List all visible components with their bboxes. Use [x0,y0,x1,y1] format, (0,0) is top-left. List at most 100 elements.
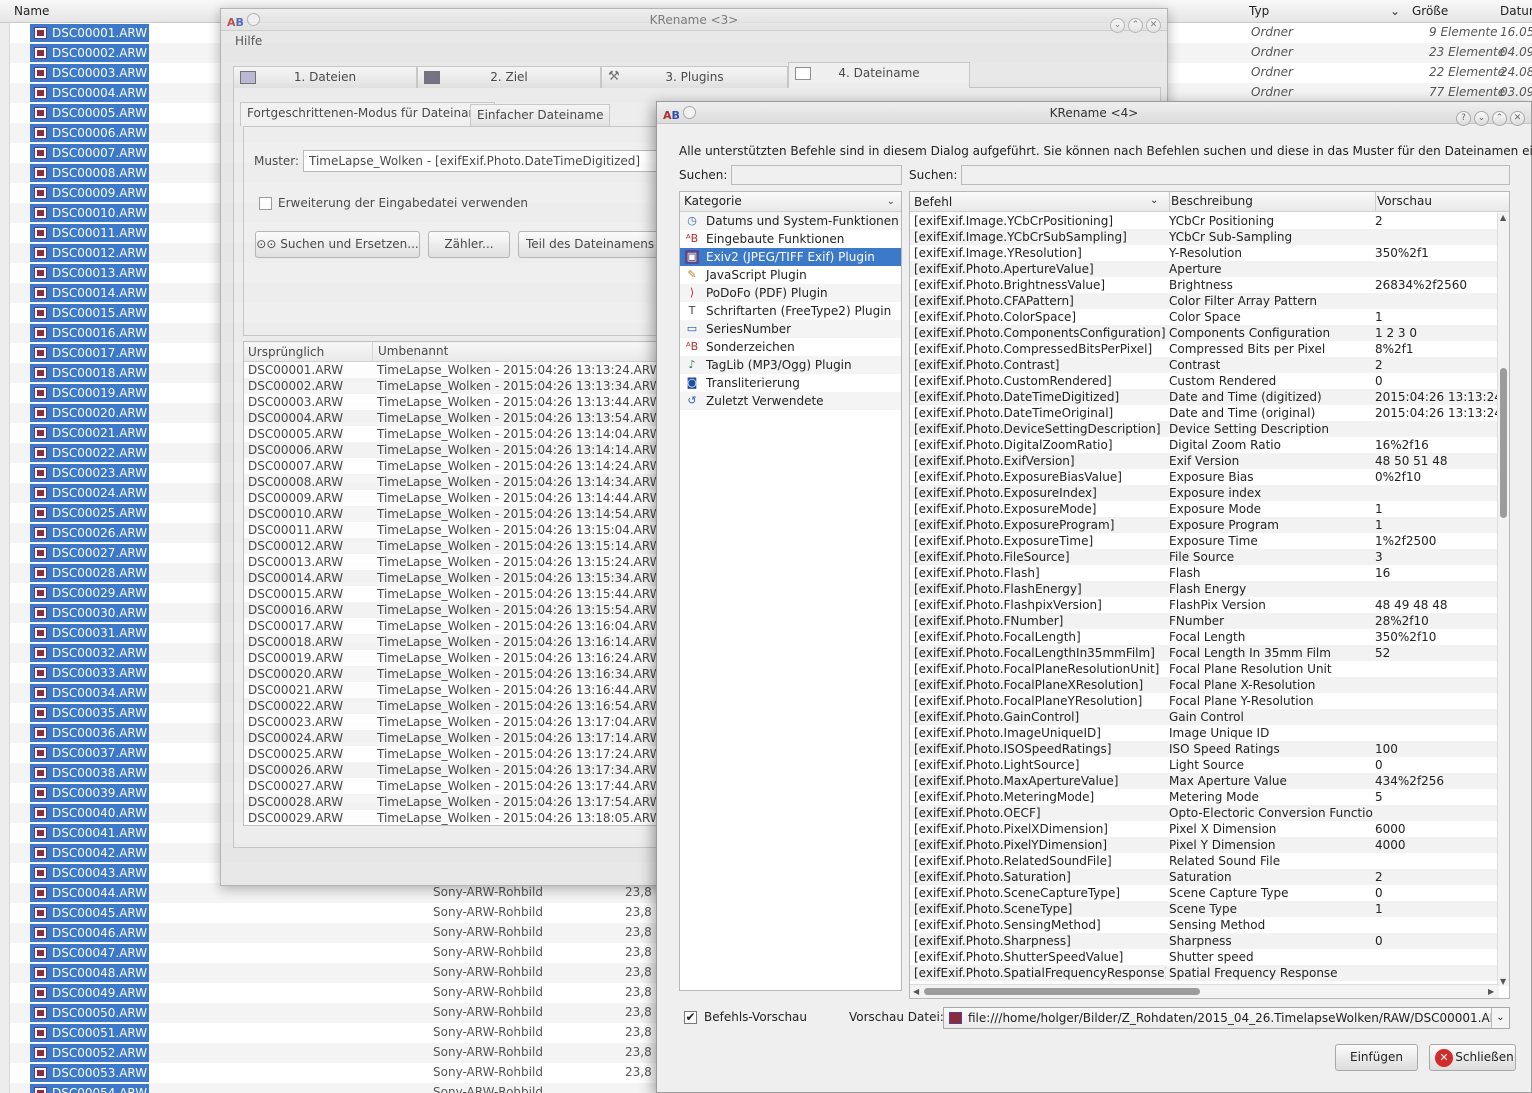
command-row[interactable]: [exifExif.Photo.ImageUniqueID] Image Uniq… [910,725,1498,741]
tab-files[interactable]: 1. Dateien [233,66,417,88]
command-row[interactable]: [exifExif.Image.YCbCrSubSampling] YCbCr S… [910,229,1498,245]
file-name[interactable]: DSC00022.ARW [30,444,149,462]
command-row[interactable]: [exifExif.Photo.CompressedBitsPerPixel] C… [910,341,1498,357]
folder-row[interactable]: Ordner 77 Elemente 03.09 [1168,83,1532,103]
tab-plugins[interactable]: ⚒ 3. Plugins [601,66,788,88]
file-name[interactable]: DSC00031.ARW [30,624,149,642]
file-name[interactable]: DSC00013.ARW [30,264,149,282]
file-name[interactable]: DSC00044.ARW [30,884,149,902]
chevron-down-icon[interactable]: ⌄ [1390,4,1400,18]
file-name[interactable]: DSC00048.ARW [30,964,149,982]
panel-splitter[interactable] [0,23,10,1093]
category-list-header[interactable]: Kategorie ⌄ [680,192,901,212]
file-name[interactable]: DSC00014.ARW [30,284,149,302]
column-header-description[interactable]: Beschreibung [1169,192,1253,211]
command-row[interactable]: [exifExif.Photo.ExposureProgram] Exposure… [910,517,1498,533]
command-row[interactable]: [exifExif.Photo.ColorSpace] Color Space 1 [910,309,1498,325]
file-name[interactable]: DSC00032.ARW [30,644,149,662]
file-name[interactable]: DSC00015.ARW [30,304,149,322]
category-item[interactable]: ᴬB Eingebaute Funktionen [680,230,901,248]
category-item[interactable]: ◙ Transliterierung [680,374,901,392]
command-row[interactable]: [exifExif.Photo.DateTimeDigitized] Date a… [910,389,1499,405]
command-row[interactable]: [exifExif.Photo.MeteringMode] Metering Mo… [910,789,1498,805]
file-name[interactable]: DSC00012.ARW [30,244,149,262]
file-name[interactable]: DSC00029.ARW [30,584,149,602]
window-menu-button[interactable] [683,106,696,119]
extension-checkbox[interactable] [259,197,272,210]
command-row[interactable]: [exifExif.Photo.GainControl] Gain Control [910,709,1498,725]
command-row[interactable]: [exifExif.Photo.PixelXDimension] Pixel X … [910,821,1498,837]
search-replace-button[interactable]: ⊙⊙ Suchen und Ersetzen... [255,231,420,258]
command-row[interactable]: [exifExif.Photo.FocalLengthIn35mmFilm] Fo… [910,645,1498,661]
command-row[interactable]: [exifExif.Photo.LightSource] Light Source… [910,757,1498,773]
command-row[interactable]: [exifExif.Photo.FocalPlaneResolutionUnit… [910,661,1498,677]
command-row[interactable]: [exifExif.Photo.CustomRendered] Custom Re… [910,373,1498,389]
command-row[interactable]: [exifExif.Photo.OECF] Opto-Electoric Conv… [910,805,1498,821]
scroll-right-arrow[interactable]: ▶ [1488,987,1494,996]
category-item[interactable]: T Schriftarten (FreeType2) Plugin [680,302,901,320]
command-row[interactable]: [exifExif.Photo.DigitalZoomRatio] Digital… [910,437,1498,453]
file-name[interactable]: DSC00030.ARW [30,604,149,622]
help-button[interactable]: ? [1456,111,1471,126]
command-row[interactable]: [exifExif.Photo.FocalPlaneYResolution] Fo… [910,693,1498,709]
file-name[interactable]: DSC00043.ARW [30,864,149,882]
file-name[interactable]: DSC00033.ARW [30,664,149,682]
file-name[interactable]: DSC00023.ARW [30,464,149,482]
minimize-button[interactable]: ⌄ [1110,18,1125,33]
column-header-preview[interactable]: Vorschau [1375,192,1432,211]
command-row[interactable]: [exifExif.Photo.SceneType] Scene Type 1 [910,901,1498,917]
command-row[interactable]: [exifExif.Photo.PixelYDimension] Pixel Y … [910,837,1498,853]
command-row[interactable]: [exifExif.Photo.ApertureValue] Aperture [910,261,1498,277]
file-name[interactable]: DSC00047.ARW [30,944,149,962]
category-search-input[interactable] [731,165,902,185]
file-name[interactable]: DSC00020.ARW [30,404,149,422]
command-row[interactable]: [exifExif.Photo.Sharpness] Sharpness 0 [910,933,1498,949]
file-name[interactable]: DSC00001.ARW [30,24,149,42]
file-name[interactable]: DSC00051.ARW [30,1024,149,1042]
command-row[interactable]: [exifExif.Photo.SpatialFrequencyResponse… [910,965,1498,981]
file-name[interactable]: DSC00039.ARW [30,784,149,802]
dialog-titlebar[interactable]: AB KRename <4> ? ⌄ ⌃ ✕ [657,102,1531,126]
command-row[interactable]: [exifExif.Photo.MaxApertureValue] Max Ape… [910,773,1498,789]
category-item[interactable]: ↺ Zuletzt Verwendete [680,392,901,410]
maximize-button[interactable]: ⌃ [1128,18,1143,33]
command-row[interactable]: [exifExif.Photo.FocalLength] Focal Length… [910,629,1498,645]
command-row[interactable]: [exifExif.Photo.Saturation] Saturation 2 [910,869,1498,885]
command-row[interactable]: [exifExif.Photo.SceneCaptureType] Scene C… [910,885,1498,901]
insert-filename-part-button[interactable]: Teil des Dateinamens ei [518,231,678,258]
command-row[interactable]: [exifExif.Photo.Contrast] Contrast 2 [910,357,1498,373]
command-row[interactable]: [exifExif.Photo.ShutterSpeedValue] Shutte… [910,949,1498,965]
file-name[interactable]: DSC00027.ARW [30,544,149,562]
file-name[interactable]: DSC00019.ARW [30,384,149,402]
command-row[interactable]: [exifExif.Photo.ExposureMode] Exposure Mo… [910,501,1498,517]
tab-advanced-mode[interactable]: Fortgeschrittenen-Modus für Dateiname [240,102,495,126]
scroll-up-arrow[interactable]: ▲ [1500,213,1506,222]
folder-row[interactable]: Ordner 9 Elemente 16.05 [1168,23,1532,43]
insert-button[interactable]: Einfügen [1335,1044,1418,1071]
file-name[interactable]: DSC00009.ARW [30,184,149,202]
file-name[interactable]: DSC00006.ARW [30,124,149,142]
horizontal-scrollbar[interactable]: ◀ ▶ [910,984,1499,998]
command-row[interactable]: [exifExif.Photo.CFAPattern] Color Filter … [910,293,1498,309]
command-preview-checkbox[interactable]: ✔ [684,1011,697,1024]
file-name[interactable]: DSC00049.ARW [30,984,149,1002]
file-name[interactable]: DSC00050.ARW [30,1004,149,1022]
file-name[interactable]: DSC00010.ARW [30,204,149,222]
column-header-size[interactable]: Größe [1412,4,1448,18]
file-name[interactable]: DSC00053.ARW [30,1064,149,1082]
file-name[interactable]: DSC00021.ARW [30,424,149,442]
tab-filename[interactable]: 4. Dateiname [788,62,970,89]
scroll-down-arrow[interactable]: ▼ [1500,977,1506,986]
close-button[interactable]: ✕ [1146,18,1161,33]
command-row[interactable]: [exifExif.Photo.DateTimeOriginal] Date an… [910,405,1499,421]
category-item[interactable]: ⟩ PoDoFo (PDF) Plugin [680,284,901,302]
command-row[interactable]: [exifExif.Photo.ExposureTime] Exposure Ti… [910,533,1498,549]
command-row[interactable]: [exifExif.Photo.FlashpixVersion] FlashPix… [910,597,1498,613]
window-menu-button[interactable] [247,13,260,26]
file-name[interactable]: DSC00034.ARW [30,684,149,702]
file-name[interactable]: DSC00038.ARW [30,764,149,782]
file-name[interactable]: DSC00041.ARW [30,824,149,842]
column-header-command[interactable]: Befehl [914,195,952,209]
file-name[interactable]: DSC00052.ARW [30,1044,149,1062]
file-name[interactable]: DSC00026.ARW [30,524,149,542]
